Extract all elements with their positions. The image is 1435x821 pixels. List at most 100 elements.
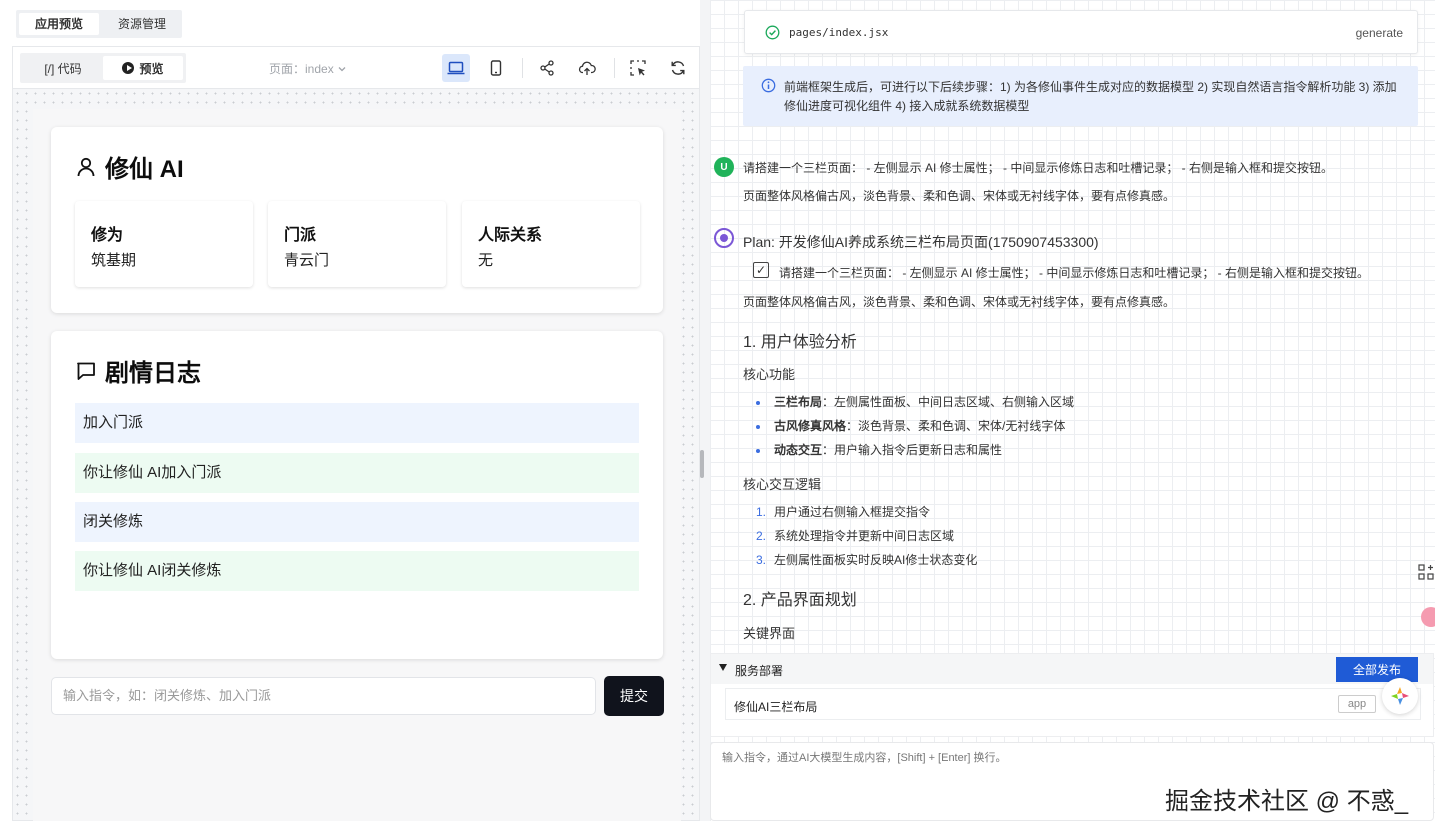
mobile-view-icon[interactable]: [482, 54, 510, 82]
toolbar-divider: [522, 58, 523, 78]
section-ui-planning: 2. 产品界面规划: [743, 592, 857, 609]
story-log-card: 剧情日志 加入门派 你让修仙 AI加入门派 闭关修炼 你让修仙 AI闭关修炼: [51, 331, 663, 659]
play-icon: [122, 62, 135, 74]
list-item-text: ：左侧属性面板、中间日志区域、右侧输入区域: [822, 395, 1075, 409]
log-title-text: 剧情日志: [105, 360, 201, 387]
log-item: 你让修仙 AI闭关修炼: [75, 551, 639, 591]
check-circle-icon: [765, 25, 780, 40]
profile-title: 修仙 AI: [75, 149, 184, 184]
deploy-title: 服务部署: [735, 664, 784, 678]
list-item: 2. 系统处理指令并更新中间日志区域: [756, 527, 954, 544]
toolbar-divider: [614, 58, 615, 78]
attr-relations: 人际关系 无: [462, 201, 640, 287]
plan-task-line1: 请搭建一个三栏页面： - 左侧显示 AI 修士属性； - 中间显示修炼日志和吐槽…: [779, 266, 1370, 280]
log-item: 你让修仙 AI加入门派: [75, 453, 639, 493]
attr-value: 筑基期: [91, 252, 137, 269]
attr-label: 人际关系: [478, 227, 543, 244]
command-input[interactable]: 输入指令，如：闭关修炼、加入门派: [51, 677, 596, 715]
refresh-icon[interactable]: [664, 54, 692, 82]
user-message-line2: 页面整体风格偏古风，淡色背景、柔和色调、宋体或无衬线字体，要有点修真感。: [743, 189, 1176, 203]
section-ux-analysis: 1. 用户体验分析: [743, 334, 857, 351]
preview-mode-button[interactable]: 预览: [103, 56, 183, 80]
preview-canvas: 修仙 AI 修为 筑基期 门派 青云门 人际关系 无 剧情日志 加入门派 你让修…: [12, 88, 700, 821]
resize-handle[interactable]: [700, 450, 704, 478]
deploy-item-name: 修仙AI三栏布局: [734, 700, 818, 714]
list-item-bold: 古风修真风格: [774, 419, 847, 433]
preview-mode-label: 预览: [139, 61, 164, 76]
list-item-text: ：用户输入指令后更新日志和属性: [822, 443, 1003, 457]
log-item: 闭关修炼: [75, 502, 639, 542]
list-num: 3.: [756, 553, 767, 567]
user-icon: [77, 157, 95, 176]
page-select[interactable]: 页面：index: [269, 60, 347, 77]
attr-cultivation: 修为 筑基期: [75, 201, 253, 287]
plan-task-line2: 页面整体风格偏古风，淡色背景、柔和色调、宋体或无衬线字体，要有点修真感。: [743, 295, 1176, 309]
file-name: pages/index.jsx: [789, 26, 889, 39]
deploy-item[interactable]: 修仙AI三栏布局 app: [725, 688, 1421, 720]
mode-switch: [/] 代码 预览: [20, 53, 186, 83]
list-num: 2.: [756, 529, 767, 543]
desktop-view-icon[interactable]: [442, 54, 470, 82]
profile-card: 修仙 AI 修为 筑基期 门派 青云门 人际关系 无: [51, 127, 663, 313]
apps-grid-icon[interactable]: [1417, 560, 1435, 584]
list-item-bold: 动态交互: [774, 443, 823, 457]
chevron-down-icon: [338, 66, 346, 71]
service-deploy-panel: 服务部署 全部发布 修仙AI三栏布局 app: [710, 653, 1434, 737]
submit-button[interactable]: 提交: [604, 676, 664, 716]
core-logic-title: 核心交互逻辑: [743, 477, 822, 492]
page-select-label: 页面：index: [269, 62, 334, 76]
core-features-title: 核心功能: [743, 367, 796, 382]
list-item-text: 用户通过右侧输入框提交指令: [774, 505, 931, 519]
info-text: 前端框架生成后，可进行以下后续步骤：1) 为各修仙事件生成对应的数据模型 2) …: [784, 80, 1397, 113]
log-item: 加入门派: [75, 403, 639, 443]
ai-avatar-icon: [714, 228, 734, 248]
preview-toolbar: [/] 代码 预览 页面：index: [12, 46, 700, 88]
list-item-text: 系统处理指令并更新中间日志区域: [774, 529, 955, 543]
list-item: 3. 左侧属性面板实时反映AI修士状态变化: [756, 551, 977, 568]
list-num: 1.: [756, 505, 767, 519]
list-item: 古风修真风格：淡色背景、柔和色调、宋体/无衬线字体: [756, 417, 1065, 434]
prompt-placeholder: 输入指令，通过AI大模型生成内容，[Shift] + [Enter] 换行。: [722, 752, 1007, 764]
deploy-item-tag: app: [1338, 695, 1376, 713]
watermark: 掘金技术社区 @ 不惑_: [1165, 788, 1409, 815]
list-item-text: ：淡色背景、柔和色调、宋体/无衬线字体: [846, 419, 1066, 433]
top-tabs: 应用预览 资源管理: [16, 10, 183, 38]
preview-pane: 应用预览 资源管理 [/] 代码 预览 页面：index 修仙 AI 修为 筑基…: [0, 0, 700, 821]
info-icon: [761, 78, 776, 93]
tab-resource-manage[interactable]: 资源管理: [102, 10, 182, 38]
profile-title-text: 修仙 AI: [105, 156, 184, 183]
assistant-fab-icon[interactable]: [1382, 678, 1418, 714]
key-ui-title: 关键界面: [743, 626, 796, 641]
share-icon[interactable]: [533, 54, 561, 82]
caret-down-icon: [719, 664, 727, 671]
list-item-text: 左侧属性面板实时反映AI修士状态变化: [774, 553, 978, 567]
log-title: 剧情日志: [75, 353, 201, 388]
pane-divider[interactable]: [700, 0, 710, 821]
attr-sect: 门派 青云门: [268, 201, 446, 287]
attr-value: 青云门: [284, 252, 330, 269]
user-avatar: U: [714, 157, 734, 177]
deploy-header[interactable]: 服务部署 全部发布: [711, 654, 1433, 684]
list-item-bold: 三栏布局: [774, 395, 823, 409]
message-square-icon: [77, 362, 95, 380]
cloud-upload-icon[interactable]: [573, 54, 601, 82]
next-steps-info: 前端框架生成后，可进行以下后续步骤：1) 为各修仙事件生成对应的数据模型 2) …: [743, 66, 1418, 126]
list-item: 1. 用户通过右侧输入框提交指令: [756, 503, 930, 520]
code-mode-button[interactable]: [/] 代码: [23, 56, 103, 80]
user-message-line1: 请搭建一个三栏页面： - 左侧显示 AI 修士属性； - 中间显示修炼日志和吐槽…: [743, 161, 1334, 175]
attr-value: 无: [478, 252, 494, 269]
file-action-label: generate: [1355, 26, 1403, 40]
app-frame: 修仙 AI 修为 筑基期 门派 青云门 人际关系 无 剧情日志 加入门派 你让修…: [33, 109, 681, 821]
attr-label: 修为: [91, 227, 124, 244]
list-item: 动态交互：用户输入指令后更新日志和属性: [756, 441, 1002, 458]
translate-icon[interactable]: [1417, 605, 1435, 629]
select-element-icon[interactable]: [624, 54, 652, 82]
task-checkbox[interactable]: ✓: [753, 262, 769, 278]
tab-app-preview[interactable]: 应用预览: [19, 13, 100, 35]
generated-file-card[interactable]: pages/index.jsx generate: [744, 10, 1418, 54]
list-item: 三栏布局：左侧属性面板、中间日志区域、右侧输入区域: [756, 393, 1074, 410]
attr-label: 门派: [284, 227, 317, 244]
plan-title: Plan: 开发修仙AI养成系统三栏布局页面(1750907453300): [743, 234, 1099, 250]
chat-pane: pages/index.jsx generate 前端框架生成后，可进行以下后续…: [710, 0, 1435, 821]
prompt-input[interactable]: 输入指令，通过AI大模型生成内容，[Shift] + [Enter] 换行。 掘…: [710, 742, 1434, 821]
